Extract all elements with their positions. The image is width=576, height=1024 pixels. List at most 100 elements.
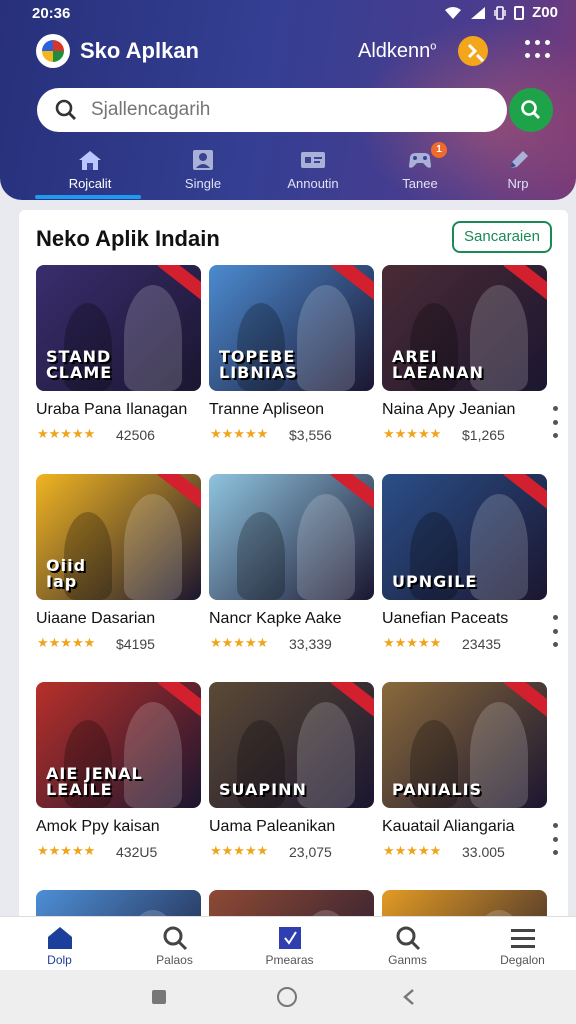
gift-icon	[276, 925, 304, 951]
app-card[interactable]: TOPEBE LIBNIAS Tranne Apliseon ★★★★★ $3,556	[209, 265, 374, 443]
home-button-icon[interactable]	[277, 987, 297, 1007]
more-options-icon[interactable]	[553, 406, 559, 438]
app-card[interactable]: SUAPINN Uama Paleanikan ★★★★★ 23,075	[209, 682, 374, 860]
app-name: Uama Paleanikan	[209, 818, 336, 835]
tab-tanee[interactable]: 1 Tanee	[365, 142, 475, 200]
review-count: $1,265	[462, 427, 505, 443]
app-card[interactable]: UPNGILE Uanefian Paceats ★★★★★ 23435	[382, 474, 547, 652]
search-icon	[521, 100, 540, 119]
home-icon	[79, 151, 101, 170]
app-thumbnail[interactable]: STAND CLAME	[36, 265, 201, 391]
app-name: Uraba Pana Ilanagan	[36, 401, 188, 418]
magnify-arrow-icon	[467, 43, 484, 62]
rating-stars: ★★★★★	[210, 843, 269, 858]
game-logo-text: SUAPINN	[219, 780, 307, 799]
nav-item-degalon[interactable]: Degalon	[465, 917, 576, 971]
review-count: 23435	[462, 636, 501, 652]
more-options-icon[interactable]	[553, 615, 559, 647]
tab-rojcalit[interactable]: Rojcalit	[35, 142, 145, 200]
section-title: Neko Aplik Indain	[36, 226, 220, 251]
see-all-button[interactable]: Sancaraien	[452, 221, 552, 253]
rating-stars: ★★★★★	[210, 426, 269, 441]
status-right-text: Z00	[532, 4, 558, 21]
nav-item-ganms[interactable]: Ganms	[350, 917, 465, 971]
rating-stars: ★★★★★	[383, 635, 442, 650]
tab-label: Annoutin	[287, 176, 339, 191]
character-figure	[297, 494, 355, 600]
rating-stars: ★★★★★	[383, 426, 442, 441]
quick-action-button[interactable]	[458, 36, 488, 66]
app-logo[interactable]	[36, 34, 70, 68]
app-name: Naina Apy Jeanian	[382, 401, 516, 418]
app-title: Sko Aplkan	[80, 38, 199, 63]
search-input[interactable]	[91, 94, 491, 126]
user-name[interactable]: Aldkenno	[358, 40, 436, 63]
app-card[interactable]: AREI LAEANAN Naina Apy Jeanian ★★★★★ $1,265	[382, 265, 547, 443]
game-logo-text: TOPEBE LIBNIAS	[219, 347, 298, 382]
nav-item-dolp[interactable]: Dolp	[2, 917, 117, 971]
status-time: 20:36	[32, 5, 71, 22]
nav-label: Pmearas	[265, 953, 314, 967]
menu-icon	[509, 925, 537, 951]
game-logo-text: AIE JENAL LEAILE	[46, 764, 143, 799]
app-thumbnail[interactable]: AREI LAEANAN	[382, 265, 547, 391]
search-button[interactable]	[509, 88, 553, 132]
game-logo-text: AREI LAEANAN	[392, 347, 485, 382]
tab-label: Single	[184, 176, 222, 191]
app-thumbnail[interactable]: UPNGILE	[382, 474, 547, 600]
app-screen: 20:36 Z00 Sko Aplkan Aldkenno Sjallencag…	[0, 0, 576, 1024]
search-bar	[37, 88, 507, 132]
recents-icon[interactable]	[152, 990, 166, 1004]
game-logo-text: PANIALIS	[392, 780, 483, 799]
app-card[interactable]: AIE JENAL LEAILE Amok Ppy kaisan ★★★★★ 432U…	[36, 682, 201, 860]
tab-annoutin[interactable]: Annoutin	[258, 142, 368, 200]
logo-mark-icon	[42, 40, 64, 62]
game-logo-text: UPNGILE	[392, 572, 478, 591]
app-thumbnail[interactable]: SUAPINN	[209, 682, 374, 808]
tab-single[interactable]: Single	[148, 142, 258, 200]
user-name-sup: o	[430, 40, 437, 53]
app-card[interactable]: Oiid Iap Uiaane Dasarian ★★★★★ $4195	[36, 474, 201, 652]
app-thumbnail[interactable]: AIE JENAL LEAILE	[36, 682, 201, 808]
user-card-icon	[193, 150, 213, 170]
wifi-icon	[445, 6, 462, 19]
status-icons: Z00	[444, 4, 558, 21]
character-figure	[297, 285, 355, 391]
pencil-icon	[510, 151, 528, 168]
search-icon	[394, 925, 422, 951]
app-name: Tranne Apliseon	[209, 401, 325, 418]
rating-stars: ★★★★★	[37, 843, 96, 858]
gamepad-icon	[409, 153, 431, 168]
nav-item-pmearas[interactable]: Pmearas	[232, 917, 347, 971]
review-count: 42506	[116, 427, 155, 443]
app-card[interactable]: STAND CLAME Uraba Pana Ilanagan ★★★★★ 42506	[36, 265, 201, 443]
app-name: Uiaane Dasarian	[36, 610, 156, 627]
tab-nrp[interactable]: Nrp	[463, 142, 573, 200]
home-icon	[46, 925, 74, 951]
category-tabs: Rojcalit Single Annoutin 1 Tanee Nrp	[0, 142, 576, 200]
app-thumbnail[interactable]: PANIALIS	[382, 682, 547, 808]
character-figure	[124, 494, 182, 600]
user-name-text: Aldkenn	[358, 40, 431, 62]
app-thumbnail[interactable]	[209, 474, 374, 600]
rating-stars: ★★★★★	[37, 635, 96, 650]
rating-stars: ★★★★★	[37, 426, 96, 441]
nav-item-palaos[interactable]: Palaos	[117, 917, 232, 971]
status-bar: 20:36 Z00	[0, 0, 576, 28]
active-tab-indicator	[35, 195, 141, 199]
battery-icon	[514, 5, 525, 20]
id-card-icon	[301, 152, 325, 168]
tab-label: Rojcalit	[68, 176, 112, 191]
back-icon[interactable]	[402, 988, 416, 1006]
signal-icon	[471, 6, 486, 19]
apps-grid-icon[interactable]	[525, 40, 551, 62]
app-thumbnail[interactable]: Oiid Iap	[36, 474, 201, 600]
nav-label: Degalon	[500, 953, 545, 967]
more-options-icon[interactable]	[553, 823, 559, 855]
vibrate-icon	[494, 5, 506, 20]
app-card[interactable]: Nancr Kapke Aake ★★★★★ 33,339	[209, 474, 374, 652]
system-navigation-bar	[0, 970, 576, 1024]
app-thumbnail[interactable]: TOPEBE LIBNIAS	[209, 265, 374, 391]
nav-label: Palaos	[156, 953, 193, 967]
app-card[interactable]: PANIALIS Kauatail Aliangaria ★★★★★ 33.005	[382, 682, 547, 860]
